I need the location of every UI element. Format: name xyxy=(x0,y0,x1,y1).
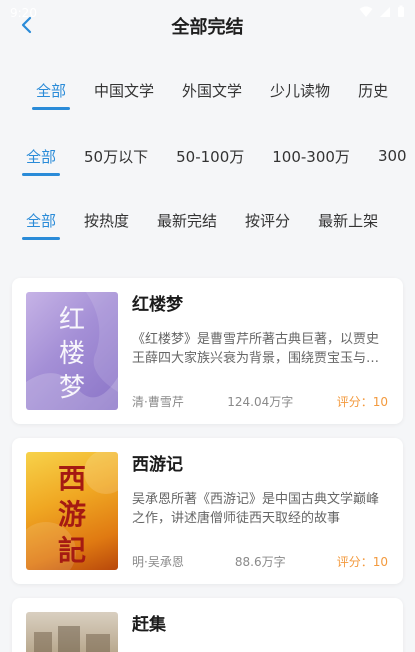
category-tab-history[interactable]: 历史 xyxy=(358,80,388,101)
book-score: 评分：10 xyxy=(336,555,388,569)
wordcount-filter-row: 全部 50万以下 50-100万 100-300万 300 xyxy=(0,136,415,176)
svg-text:西: 西 xyxy=(58,462,86,495)
sort-tab-popularity[interactable]: 按热度 xyxy=(84,210,129,231)
wordcount-tab-all[interactable]: 全部 xyxy=(21,146,61,176)
book-card[interactable]: 西 游 記 西游记 吴承恩所著《西游记》是中国古典文学巅峰之作，讲述唐僧师徒西天… xyxy=(12,438,403,584)
top-nav-bar: 全部完结 xyxy=(0,0,415,52)
category-tab-children[interactable]: 少儿读物 xyxy=(270,80,330,101)
book-title: 西游记 xyxy=(132,455,183,475)
back-button[interactable] xyxy=(14,14,40,40)
sort-tab-latest-added[interactable]: 最新上架 xyxy=(318,210,378,231)
sort-filter-row: 全部 按热度 最新完结 按评分 最新上架 xyxy=(0,200,415,240)
book-title: 红楼梦 xyxy=(132,295,183,315)
book-word-count: 88.6万字 xyxy=(234,555,286,569)
chevron-left-icon xyxy=(20,16,34,38)
book-cover: 红 楼 梦 xyxy=(26,292,118,410)
category-tab-foreign-literature[interactable]: 外国文学 xyxy=(182,80,242,101)
book-title: 赶集 xyxy=(132,615,166,635)
svg-text:红: 红 xyxy=(59,305,85,335)
wordcount-tab-100-300[interactable]: 100-300万 xyxy=(272,146,350,167)
svg-text:梦: 梦 xyxy=(59,373,85,403)
category-tab-all[interactable]: 全部 xyxy=(31,80,71,110)
wordcount-tab-under-50[interactable]: 50万以下 xyxy=(84,146,148,167)
svg-text:楼: 楼 xyxy=(59,339,85,369)
cover-art: 红 楼 梦 xyxy=(26,292,118,410)
book-description: 吴承恩所著《西游记》是中国古典文学巅峰之作，讲述唐僧师徒西天取经的故事 xyxy=(132,492,380,526)
sort-tab-all[interactable]: 全部 xyxy=(21,210,61,240)
book-word-count: 124.04万字 xyxy=(227,395,294,409)
book-score: 评分：10 xyxy=(336,395,388,409)
svg-text:記: 記 xyxy=(58,534,86,567)
sort-tab-latest-completed[interactable]: 最新完结 xyxy=(157,210,217,231)
book-card[interactable]: 赶集 xyxy=(12,598,403,652)
wordcount-tab-50-100[interactable]: 50-100万 xyxy=(176,146,244,167)
book-author: 明·吴承恩 xyxy=(132,555,184,569)
book-description: 《红楼梦》是曹雪芹所著古典巨著，以贾史王薛四大家族兴衰为背景，围绕贾宝玉与林黛玉… xyxy=(132,332,380,366)
book-meta: 清·曹雪芹 124.04万字 评分：10 xyxy=(132,393,388,410)
svg-text:游: 游 xyxy=(58,498,86,531)
cover-art xyxy=(34,626,110,652)
category-tab-chinese-literature[interactable]: 中国文学 xyxy=(94,80,154,101)
book-meta: 明·吴承恩 88.6万字 评分：10 xyxy=(132,553,388,570)
sort-tab-rating[interactable]: 按评分 xyxy=(245,210,290,231)
book-author: 清·曹雪芹 xyxy=(132,395,184,409)
page-title: 全部完结 xyxy=(171,17,244,38)
book-cover xyxy=(26,612,118,652)
category-filter-row: 全部 中国文学 外国文学 少儿读物 历史 xyxy=(0,70,415,110)
wordcount-tab-300[interactable]: 300 xyxy=(378,147,407,165)
cover-art: 西 游 記 xyxy=(26,452,118,570)
book-card[interactable]: 红 楼 梦 红楼梦 《红楼梦》是曹雪芹所著古典巨著，以贾史王薛四大家族兴衰为背景… xyxy=(12,278,403,424)
book-cover: 西 游 記 xyxy=(26,452,118,570)
